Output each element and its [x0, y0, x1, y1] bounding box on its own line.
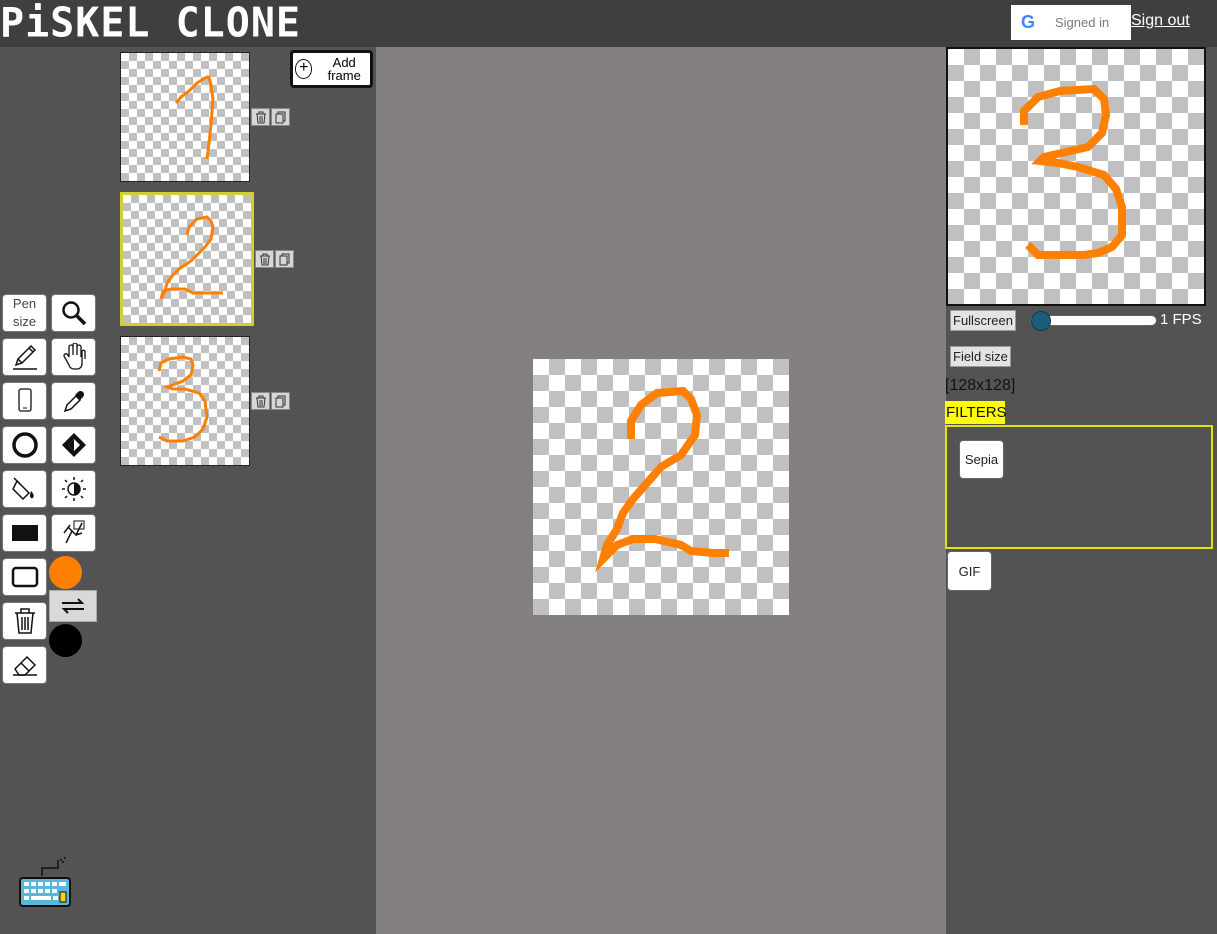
field-size-button[interactable]: Field size [950, 346, 1011, 367]
dither-tool[interactable] [51, 426, 96, 464]
preview-drawing [1020, 84, 1126, 259]
duplicate-icon [275, 111, 285, 123]
pen-size-button[interactable]: Pen size [2, 294, 47, 332]
frame-1-delete-button[interactable] [251, 108, 270, 126]
plus-icon: + [295, 59, 313, 79]
frame-2-delete-button[interactable] [255, 250, 274, 268]
keyboard-icon [19, 857, 71, 907]
trash-icon [259, 253, 270, 265]
filled-rectangle-tool[interactable] [2, 514, 47, 552]
frame-1-duplicate-button[interactable] [271, 108, 290, 126]
fps-label: 1 FPS [1160, 311, 1202, 328]
pan-tool[interactable] [51, 338, 96, 376]
sepia-filter-button[interactable]: Sepia [959, 440, 1004, 479]
frame-thumbnail-2[interactable] [120, 192, 254, 326]
frame-thumbnail-1[interactable] [120, 52, 250, 182]
dither-icon [61, 433, 86, 457]
duplicate-icon [275, 395, 285, 407]
eraser-icon [12, 655, 37, 676]
canvas-drawing [594, 386, 729, 573]
circle-icon [11, 432, 38, 458]
mirror-pen-tool[interactable] [2, 382, 47, 420]
add-frame-label: Add frame [327, 55, 361, 83]
fps-slider-handle[interactable] [1031, 311, 1051, 331]
frame-3-actions [251, 392, 290, 410]
swap-colors-button[interactable] [49, 590, 97, 622]
filters-heading: FILTERS [945, 401, 1007, 424]
eyedropper-icon [63, 390, 84, 413]
paint-bucket-icon [11, 477, 34, 501]
pencil-icon [12, 344, 37, 370]
app-logo: PiSKEL CLONE [0, 0, 301, 47]
gif-export-button[interactable]: GIF [947, 551, 992, 591]
move-tool[interactable] [51, 514, 96, 552]
secondary-color-swatch[interactable] [49, 624, 82, 657]
rectangle-tool[interactable] [2, 558, 47, 596]
eyedropper-tool[interactable] [51, 382, 96, 420]
app-header: PiSKEL CLONE G Signed in Sign out [0, 0, 1217, 47]
frame-3-drawing [157, 355, 209, 443]
add-frame-button[interactable]: + Add frame [290, 50, 373, 88]
frame-2-duplicate-button[interactable] [275, 250, 294, 268]
pen-tool[interactable] [2, 338, 47, 376]
circle-tool[interactable] [2, 426, 47, 464]
frame-2-actions [255, 250, 294, 268]
duplicate-icon [279, 253, 289, 265]
clear-tool[interactable] [2, 602, 47, 640]
frame-2-drawing [159, 215, 223, 300]
google-icon: G [1020, 12, 1035, 32]
rectangle-outline-icon [11, 566, 38, 588]
google-signin-status[interactable]: G Signed in [1011, 5, 1131, 40]
keyboard-shortcuts-button[interactable] [18, 856, 74, 914]
lighten-icon [61, 477, 86, 501]
drawing-canvas[interactable] [533, 359, 789, 615]
frame-thumbnail-3[interactable] [120, 336, 250, 466]
signed-in-label: Signed in [1055, 15, 1110, 30]
mirror-pen-icon [17, 388, 32, 412]
animation-preview [946, 47, 1206, 306]
lighten-tool[interactable] [51, 470, 96, 508]
trash-icon [255, 395, 266, 407]
field-size-value: [128x128] [945, 377, 1016, 394]
eraser-tool[interactable] [2, 646, 47, 684]
frame-1-drawing [174, 75, 215, 160]
sign-out-link[interactable]: Sign out [1131, 12, 1190, 30]
move-icon [62, 520, 84, 544]
rectangle-filled-icon [11, 525, 38, 541]
frame-1-actions [251, 108, 290, 126]
trash-icon [14, 608, 35, 634]
primary-color-swatch[interactable] [49, 556, 82, 589]
trash-icon [255, 111, 266, 123]
fullscreen-button[interactable]: Fullscreen [950, 310, 1016, 331]
frame-3-delete-button[interactable] [251, 392, 270, 410]
zoom-tool[interactable] [51, 294, 96, 332]
frame-3-duplicate-button[interactable] [271, 392, 290, 410]
magnifier-icon [61, 301, 86, 326]
paint-bucket-tool[interactable] [2, 470, 47, 508]
hand-icon [62, 343, 86, 370]
swap-colors-icon [61, 598, 85, 614]
